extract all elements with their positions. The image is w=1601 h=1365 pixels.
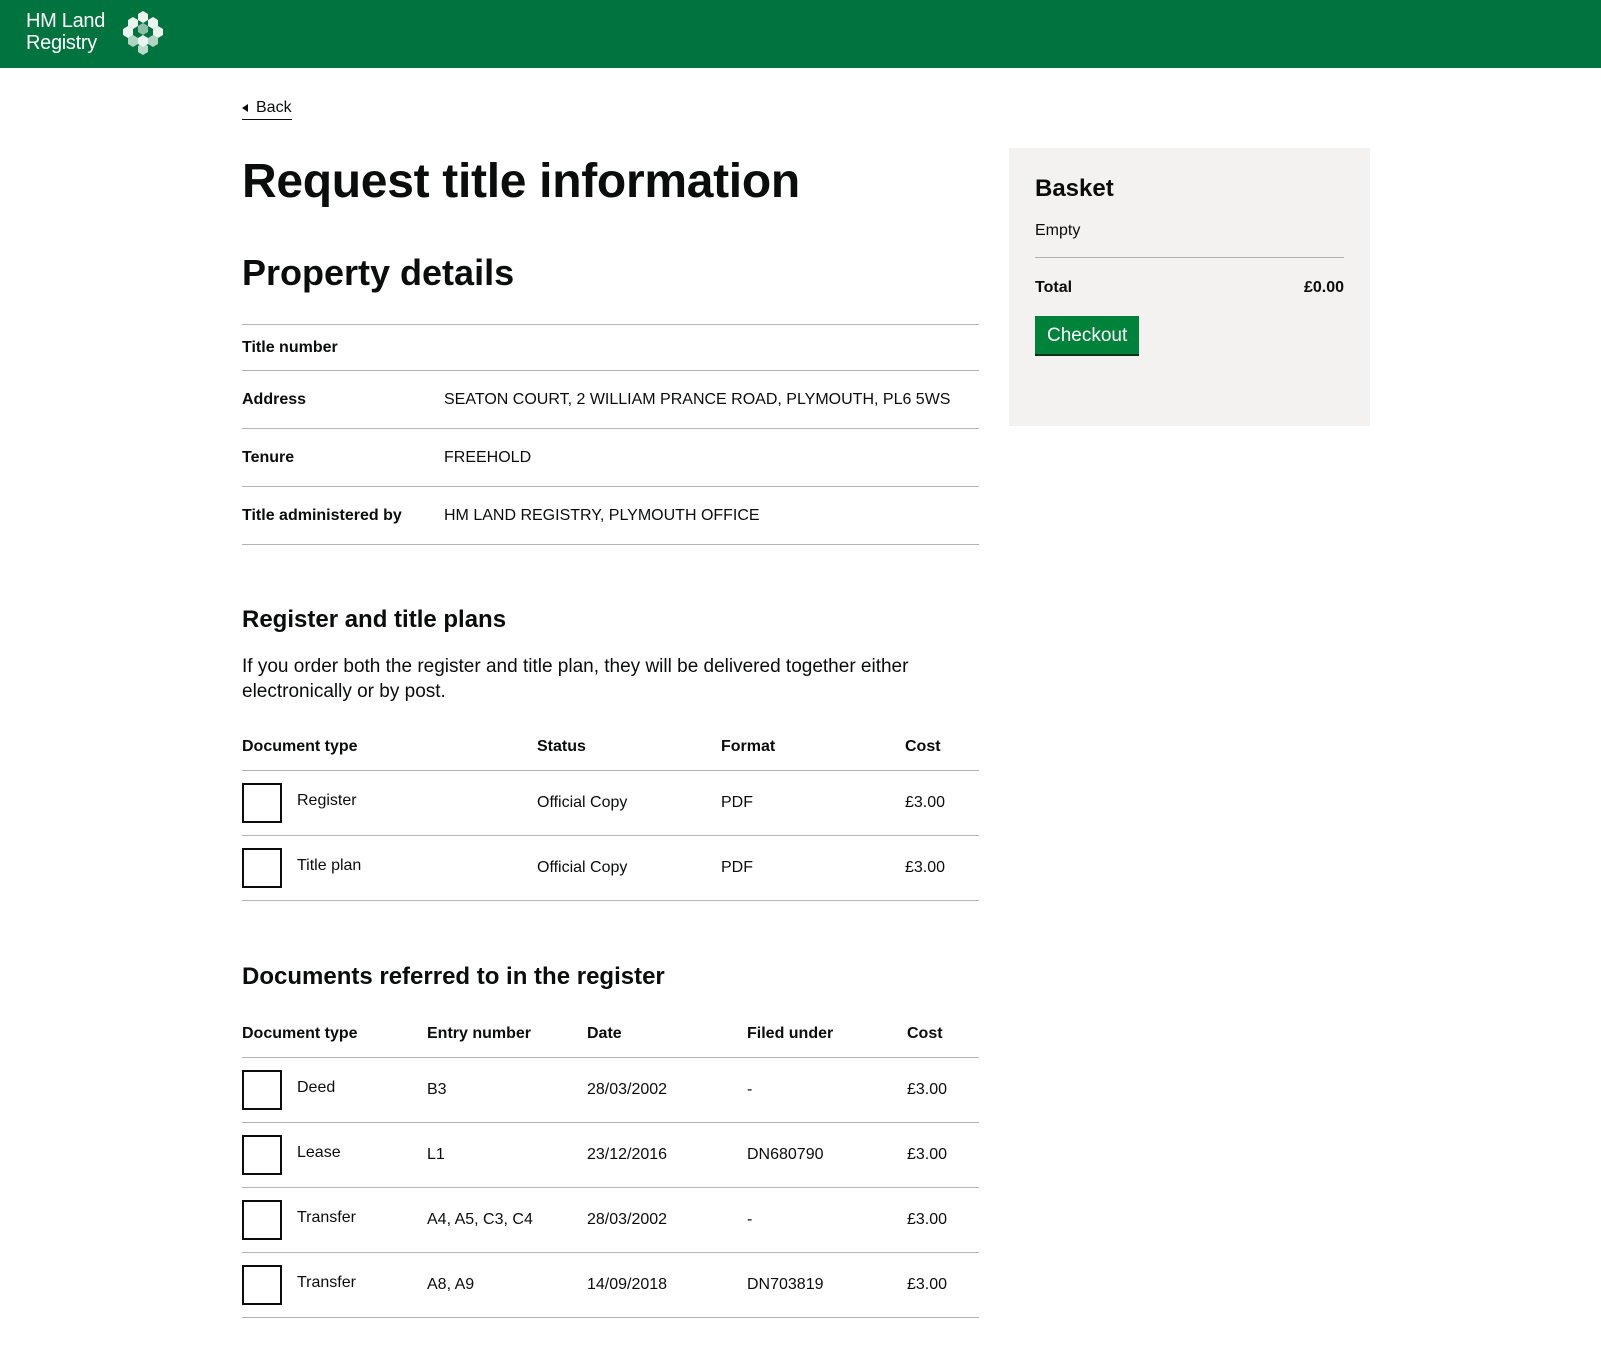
filed-under-cell: - bbox=[747, 1057, 907, 1123]
site-header: HM Land Registry bbox=[0, 0, 1601, 68]
table-row: Transfer A8, A9 14/09/2018 DN703819 £3.0… bbox=[242, 1252, 979, 1318]
page-title: Request title information bbox=[242, 155, 800, 208]
deed-checkbox[interactable] bbox=[242, 1069, 282, 1110]
chevron-left-icon bbox=[242, 104, 248, 112]
column-header: Cost bbox=[907, 1011, 979, 1058]
summary-value: FREEHOLD bbox=[444, 448, 532, 466]
date-cell: 28/03/2002 bbox=[587, 1187, 747, 1253]
column-header: Filed under bbox=[747, 1011, 907, 1058]
status-cell: Official Copy bbox=[537, 770, 721, 836]
cost-cell: £3.00 bbox=[905, 835, 979, 901]
format-cell: PDF bbox=[721, 835, 905, 901]
total-label: Total bbox=[1035, 279, 1073, 296]
logo-text: HM Land Registry bbox=[26, 10, 114, 54]
total-value: £0.00 bbox=[1303, 279, 1344, 296]
basket-panel: Basket Empty Total £0.00 Checkout bbox=[1009, 148, 1370, 426]
format-cell: PDF bbox=[721, 770, 905, 836]
logo-line-1: HM Land bbox=[26, 10, 106, 32]
table-header-row: Document type Status Format Cost bbox=[242, 724, 979, 771]
date-cell: 23/12/2016 bbox=[587, 1122, 747, 1188]
document-checkbox-item[interactable]: Transfer bbox=[242, 1264, 427, 1305]
column-header: Status bbox=[537, 724, 721, 771]
document-checkbox-item[interactable]: Register bbox=[242, 782, 537, 823]
table-row: Register Official Copy PDF £3.00 bbox=[242, 770, 979, 836]
table-row: Transfer A4, A5, C3, C4 28/03/2002 - £3.… bbox=[242, 1187, 979, 1253]
column-header: Format bbox=[721, 724, 905, 771]
entry-number-cell: B3 bbox=[427, 1057, 587, 1123]
transfer-checkbox[interactable] bbox=[242, 1264, 282, 1305]
document-type-label[interactable]: Lease bbox=[297, 1144, 341, 1162]
summary-key: Address bbox=[242, 390, 307, 408]
basket-total-row: Total £0.00 bbox=[1035, 279, 1344, 297]
table-row: Title plan Official Copy PDF £3.00 bbox=[242, 835, 979, 901]
cost-cell: £3.00 bbox=[907, 1122, 979, 1188]
summary-value: SEATON COURT, 2 WILLIAM PRANCE ROAD, PLY… bbox=[444, 390, 951, 408]
document-type-label[interactable]: Transfer bbox=[297, 1209, 356, 1227]
filed-under-cell: DN703819 bbox=[747, 1252, 907, 1318]
table-header-row: Document type Entry number Date Filed un… bbox=[242, 1011, 979, 1058]
cost-cell: £3.00 bbox=[907, 1187, 979, 1253]
register-plans-table: Document type Status Format Cost Registe… bbox=[242, 724, 979, 901]
filed-under-cell: DN680790 bbox=[747, 1122, 907, 1188]
logo-line-2: Registry bbox=[26, 32, 97, 54]
summary-key: Title administered by bbox=[242, 506, 402, 524]
document-checkbox-item[interactable]: Title plan bbox=[242, 847, 537, 888]
summary-key: Tenure bbox=[242, 448, 295, 466]
referred-documents-table: Document type Entry number Date Filed un… bbox=[242, 1011, 979, 1318]
filed-under-cell: - bbox=[747, 1187, 907, 1253]
document-checkbox-item[interactable]: Deed bbox=[242, 1069, 427, 1110]
referred-documents-heading: Documents referred to in the register bbox=[242, 963, 665, 990]
summary-value: HM LAND REGISTRY, PLYMOUTH OFFICE bbox=[444, 506, 760, 524]
document-type-label[interactable]: Register bbox=[297, 792, 357, 810]
document-checkbox-item[interactable]: Transfer bbox=[242, 1199, 427, 1240]
column-header: Document type bbox=[242, 1011, 427, 1058]
summary-row-title-number: Title number bbox=[242, 325, 979, 371]
lease-checkbox[interactable] bbox=[242, 1134, 282, 1175]
column-header: Document type bbox=[242, 724, 537, 771]
document-checkbox-item[interactable]: Lease bbox=[242, 1134, 427, 1175]
column-header: Entry number bbox=[427, 1011, 587, 1058]
cost-cell: £3.00 bbox=[905, 770, 979, 836]
register-plans-heading: Register and title plans bbox=[242, 606, 507, 633]
entry-number-cell: A4, A5, C3, C4 bbox=[427, 1187, 587, 1253]
document-type-label[interactable]: Deed bbox=[297, 1079, 335, 1097]
document-type-label[interactable]: Transfer bbox=[297, 1274, 356, 1292]
title-plan-checkbox[interactable] bbox=[242, 847, 282, 888]
date-cell: 28/03/2002 bbox=[587, 1057, 747, 1123]
entry-number-cell: L1 bbox=[427, 1122, 587, 1188]
hm-land-registry-crest-icon bbox=[123, 11, 163, 55]
register-plans-intro: If you order both the register and title… bbox=[242, 656, 909, 702]
status-cell: Official Copy bbox=[537, 835, 721, 901]
cost-cell: £3.00 bbox=[907, 1252, 979, 1318]
back-link[interactable]: Back bbox=[242, 97, 292, 120]
basket-heading: Basket bbox=[1035, 175, 1114, 202]
summary-row-address: Address SEATON COURT, 2 WILLIAM PRANCE R… bbox=[242, 371, 979, 429]
back-link-label: Back bbox=[256, 99, 292, 116]
checkout-button[interactable]: Checkout bbox=[1035, 316, 1140, 354]
column-header: Date bbox=[587, 1011, 747, 1058]
summary-row-administered-by: Title administered by HM LAND REGISTRY, … bbox=[242, 487, 979, 545]
register-checkbox[interactable] bbox=[242, 782, 282, 823]
column-header: Cost bbox=[905, 724, 979, 771]
table-row: Lease L1 23/12/2016 DN680790 £3.00 bbox=[242, 1122, 979, 1188]
cost-cell: £3.00 bbox=[907, 1057, 979, 1123]
property-summary-list: Title number Address SEATON COURT, 2 WIL… bbox=[242, 324, 979, 545]
hm-land-registry-logo-link[interactable]: HM Land Registry bbox=[26, 9, 166, 55]
basket-divider bbox=[1035, 257, 1344, 258]
basket-empty-text: Empty bbox=[1035, 222, 1081, 239]
property-details-heading: Property details bbox=[242, 252, 515, 293]
summary-row-tenure: Tenure FREEHOLD bbox=[242, 429, 979, 487]
summary-key: Title number bbox=[242, 338, 338, 356]
entry-number-cell: A8, A9 bbox=[427, 1252, 587, 1318]
table-row: Deed B3 28/03/2002 - £3.00 bbox=[242, 1057, 979, 1123]
transfer-checkbox[interactable] bbox=[242, 1199, 282, 1240]
document-type-label[interactable]: Title plan bbox=[297, 857, 361, 875]
date-cell: 14/09/2018 bbox=[587, 1252, 747, 1318]
